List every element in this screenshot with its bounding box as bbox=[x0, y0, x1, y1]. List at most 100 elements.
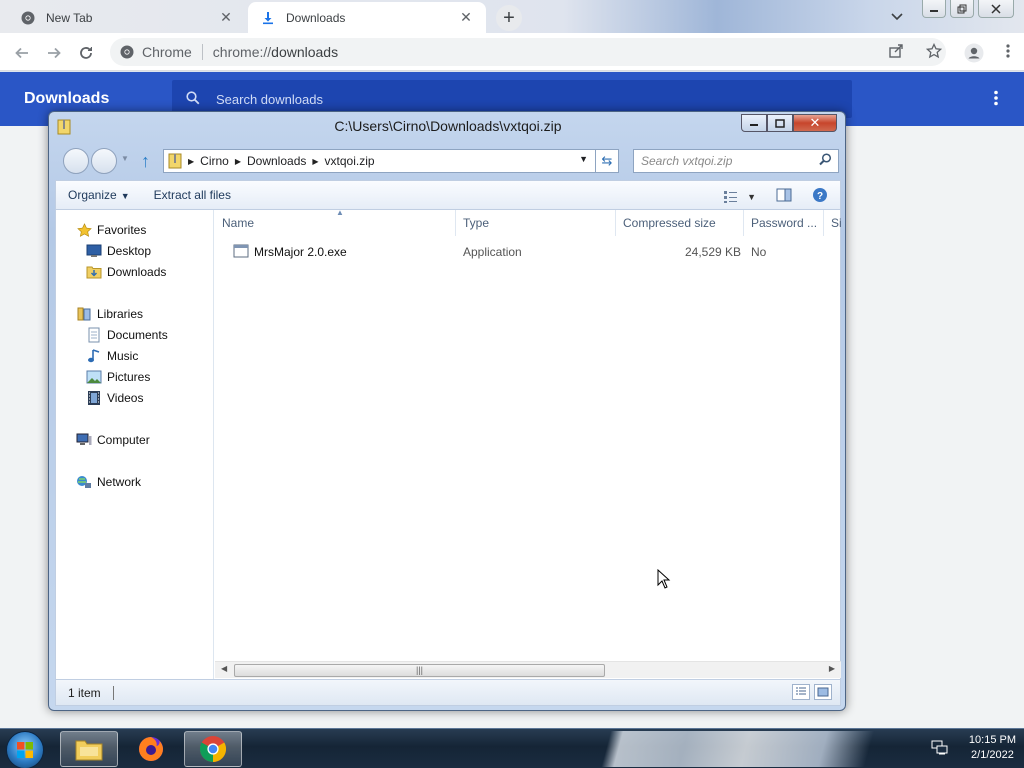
close-window-button[interactable] bbox=[978, 0, 1014, 18]
sidebar-item-favorites[interactable]: Favorites bbox=[76, 220, 146, 240]
sidebar-item-label: Network bbox=[97, 475, 142, 489]
preview-pane-icon[interactable] bbox=[776, 188, 792, 205]
status-bar: 1 item bbox=[55, 680, 841, 706]
chrome-menu-icon[interactable] bbox=[1006, 43, 1010, 66]
tab-search-chevron-icon[interactable] bbox=[886, 8, 908, 26]
column-header-compressed-size[interactable]: Compressed size bbox=[616, 210, 744, 236]
sidebar-item-network[interactable]: Network bbox=[76, 472, 141, 492]
extract-all-button[interactable]: Extract all files bbox=[142, 188, 243, 202]
address-dropdown-icon[interactable]: ▼ bbox=[579, 154, 588, 164]
close-window-button[interactable]: ✕ bbox=[793, 114, 837, 132]
back-button[interactable] bbox=[63, 148, 89, 174]
documents-icon bbox=[86, 327, 102, 343]
sidebar-item-label: Favorites bbox=[97, 223, 147, 237]
chrome-icon bbox=[199, 736, 227, 763]
up-arrow-icon[interactable]: ↑ bbox=[141, 151, 150, 172]
url-scheme: chrome:// bbox=[212, 44, 272, 60]
sidebar-item-label: Desktop bbox=[107, 244, 152, 258]
close-tab-icon[interactable]: ✕ bbox=[218, 9, 234, 26]
horizontal-scrollbar[interactable]: ◀ ||| ▶ bbox=[215, 661, 841, 678]
omnibox-divider bbox=[201, 44, 203, 60]
column-header-size[interactable]: Si bbox=[824, 210, 842, 236]
network-status-icon[interactable] bbox=[931, 739, 949, 758]
close-tab-icon[interactable]: ✕ bbox=[458, 9, 474, 26]
profile-avatar-icon[interactable] bbox=[964, 43, 984, 66]
address-bar[interactable]: Chrome chrome://downloads bbox=[110, 38, 946, 66]
recent-pages-dropdown-icon[interactable]: ▼ bbox=[121, 154, 129, 163]
sidebar-item-music[interactable]: Music bbox=[86, 346, 138, 366]
forward-button[interactable] bbox=[91, 148, 117, 174]
minimize-button[interactable] bbox=[741, 114, 767, 132]
back-arrow-icon[interactable] bbox=[10, 41, 34, 65]
maximize-button[interactable] bbox=[767, 114, 793, 132]
organize-label: Organize bbox=[68, 188, 117, 202]
file-list: ▲ Name Type Compressed size Password ...… bbox=[215, 208, 842, 679]
sidebar-item-downloads[interactable]: Downloads bbox=[86, 262, 166, 282]
minimize-button[interactable] bbox=[922, 0, 946, 18]
clock-date: 2/1/2022 bbox=[971, 749, 1014, 761]
breadcrumb-item[interactable]: Cirno bbox=[200, 154, 229, 168]
window-title: C:\Users\Cirno\Downloads\vxtqoi.zip bbox=[334, 118, 562, 134]
organize-button[interactable]: Organize ▼ bbox=[56, 188, 142, 202]
mouse-cursor-icon bbox=[657, 568, 671, 592]
download-icon bbox=[260, 10, 276, 26]
tab-new-tab[interactable]: New Tab ✕ bbox=[8, 2, 246, 33]
scroll-right-arrow-icon[interactable]: ▶ bbox=[829, 664, 835, 673]
tab-downloads[interactable]: Downloads ✕ bbox=[248, 2, 486, 33]
new-tab-button[interactable]: + bbox=[496, 5, 522, 31]
taskbar-chrome-button[interactable] bbox=[184, 731, 242, 767]
computer-icon bbox=[76, 432, 92, 448]
breadcrumb-arrow-icon[interactable]: ▶ bbox=[188, 157, 194, 166]
scrollbar-thumb[interactable]: ||| bbox=[234, 664, 605, 677]
table-row[interactable]: MrsMajor 2.0.exe Application 24,529 KB N… bbox=[215, 242, 841, 262]
restore-button[interactable] bbox=[950, 0, 974, 18]
windows-logo-icon bbox=[17, 742, 33, 758]
file-password: No bbox=[751, 245, 767, 259]
system-tray: 10:15 PM 2/1/2022 bbox=[931, 733, 1016, 763]
taskbar-firefox-button[interactable] bbox=[122, 731, 180, 767]
explorer-search-input[interactable]: Search vxtqoi.zip bbox=[633, 149, 839, 173]
network-icon bbox=[76, 474, 92, 490]
details-view-icon[interactable] bbox=[792, 684, 810, 700]
breadcrumb-item[interactable]: vxtqoi.zip bbox=[325, 154, 375, 168]
breadcrumb-arrow-icon[interactable]: ▶ bbox=[312, 157, 318, 166]
share-icon[interactable] bbox=[888, 43, 904, 66]
chrome-logo-icon bbox=[20, 10, 36, 26]
bookmark-star-icon[interactable] bbox=[925, 42, 943, 66]
chrome-logo-icon bbox=[120, 45, 134, 59]
explorer-content: Favorites Desktop Downloads Libraries Do… bbox=[55, 208, 842, 680]
site-info-chip[interactable]: Chrome bbox=[120, 44, 192, 60]
scroll-left-arrow-icon[interactable]: ◀ bbox=[221, 664, 227, 673]
more-actions-icon[interactable] bbox=[994, 90, 998, 106]
forward-arrow-icon[interactable] bbox=[42, 41, 66, 65]
view-toggle bbox=[792, 684, 832, 700]
sidebar-item-documents[interactable]: Documents bbox=[86, 325, 168, 345]
breadcrumb-item[interactable]: Downloads bbox=[247, 154, 306, 168]
url-host: downloads bbox=[271, 44, 339, 60]
refresh-icon[interactable]: ⇆ bbox=[595, 149, 619, 173]
change-view-icon[interactable]: ▼ bbox=[723, 190, 756, 204]
extract-label: Extract all files bbox=[153, 188, 231, 202]
search-icon bbox=[186, 90, 200, 108]
column-header-password[interactable]: Password ... bbox=[744, 210, 824, 236]
column-header-name[interactable]: ▲ Name bbox=[215, 208, 456, 236]
taskbar-explorer-button[interactable] bbox=[60, 731, 118, 767]
breadcrumb[interactable]: ▶ Cirno ▶ Downloads ▶ vxtqoi.zip ▼ bbox=[163, 149, 619, 173]
pictures-icon bbox=[86, 369, 102, 385]
clock[interactable]: 10:15 PM 2/1/2022 bbox=[969, 733, 1016, 763]
large-icons-view-icon[interactable] bbox=[814, 684, 832, 700]
sidebar-item-libraries[interactable]: Libraries bbox=[76, 304, 143, 324]
start-button[interactable] bbox=[6, 731, 44, 768]
sidebar-item-label: Libraries bbox=[97, 307, 144, 321]
file-compressed-size: 24,529 KB bbox=[685, 245, 742, 259]
sidebar-item-desktop[interactable]: Desktop bbox=[86, 241, 151, 261]
sidebar-item-pictures[interactable]: Pictures bbox=[86, 367, 150, 387]
reload-icon[interactable] bbox=[74, 41, 98, 65]
sidebar-item-computer[interactable]: Computer bbox=[76, 430, 150, 450]
help-icon[interactable]: ? bbox=[812, 187, 828, 206]
column-header-type[interactable]: Type bbox=[456, 210, 616, 236]
view-controls: ▼ ? bbox=[723, 187, 828, 206]
sidebar-item-videos[interactable]: Videos bbox=[86, 388, 143, 408]
breadcrumb-arrow-icon[interactable]: ▶ bbox=[235, 157, 241, 166]
sidebar-item-label: Music bbox=[107, 349, 139, 363]
